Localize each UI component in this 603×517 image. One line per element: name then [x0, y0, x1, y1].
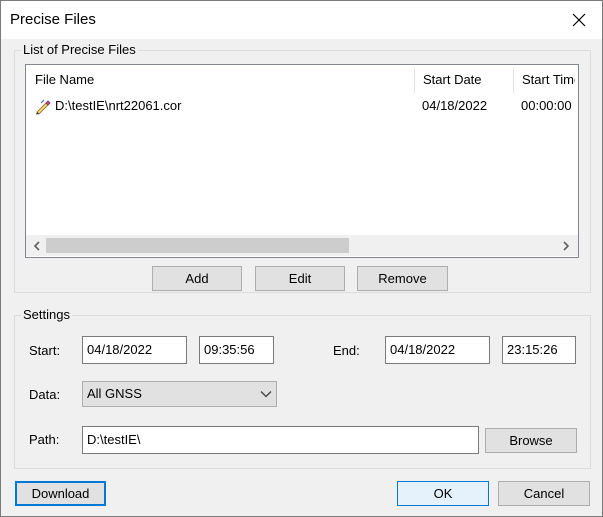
add-button[interactable]: Add [152, 266, 242, 291]
data-select-value: All GNSS [87, 386, 142, 401]
chevron-right-icon [562, 240, 569, 251]
pen-file-icon [34, 97, 52, 115]
ok-button[interactable]: OK [397, 481, 489, 506]
list-group-label: List of Precise Files [21, 42, 138, 57]
precise-files-dialog: Precise Files List of Precise Files File… [0, 0, 603, 517]
scroll-left-button[interactable] [28, 235, 45, 256]
scrollbar-thumb[interactable] [46, 238, 349, 253]
chevron-left-icon [33, 240, 40, 251]
remove-button[interactable]: Remove [357, 266, 448, 291]
title-bar: Precise Files [1, 1, 602, 39]
end-time-field[interactable]: 23:15:26 [502, 336, 576, 364]
start-date-field[interactable]: 04/18/2022 [82, 336, 187, 364]
download-button[interactable]: Download [15, 481, 106, 506]
cancel-button[interactable]: Cancel [498, 481, 590, 506]
path-label: Path: [29, 432, 60, 447]
list-header: File Name Start Date Start Time [26, 65, 578, 94]
data-label: Data: [29, 387, 61, 402]
close-button[interactable] [556, 1, 602, 39]
scroll-right-button[interactable] [557, 235, 574, 256]
end-label: End: [333, 343, 360, 358]
dialog-title: Precise Files [10, 11, 96, 28]
start-time-field[interactable]: 09:35:56 [199, 336, 274, 364]
data-select[interactable]: All GNSS [82, 381, 277, 407]
list-item[interactable]: D:\testIE\nrt22061.cor 04/18/2022 00:00:… [26, 95, 578, 117]
column-header-start-date[interactable]: Start Date [414, 65, 513, 94]
browse-button[interactable]: Browse [485, 428, 577, 453]
chevron-down-icon [260, 382, 272, 406]
horizontal-scrollbar[interactable] [26, 235, 578, 256]
start-time-cell: 00:00:00 [521, 98, 572, 113]
start-label: Start: [29, 343, 61, 358]
end-date-field[interactable]: 04/18/2022 [385, 336, 490, 364]
column-header-start-time[interactable]: Start Time [513, 65, 575, 94]
path-field[interactable]: D:\testIE\ [82, 426, 479, 454]
precise-files-list[interactable]: File Name Start Date Start Time D:\testI… [25, 64, 579, 258]
file-name-cell: D:\testIE\nrt22061.cor [55, 98, 182, 113]
start-date-cell: 04/18/2022 [422, 98, 488, 113]
settings-group-label: Settings [21, 307, 72, 322]
edit-button[interactable]: Edit [255, 266, 345, 291]
column-header-file-name[interactable]: File Name [26, 65, 414, 94]
close-icon [572, 13, 586, 27]
